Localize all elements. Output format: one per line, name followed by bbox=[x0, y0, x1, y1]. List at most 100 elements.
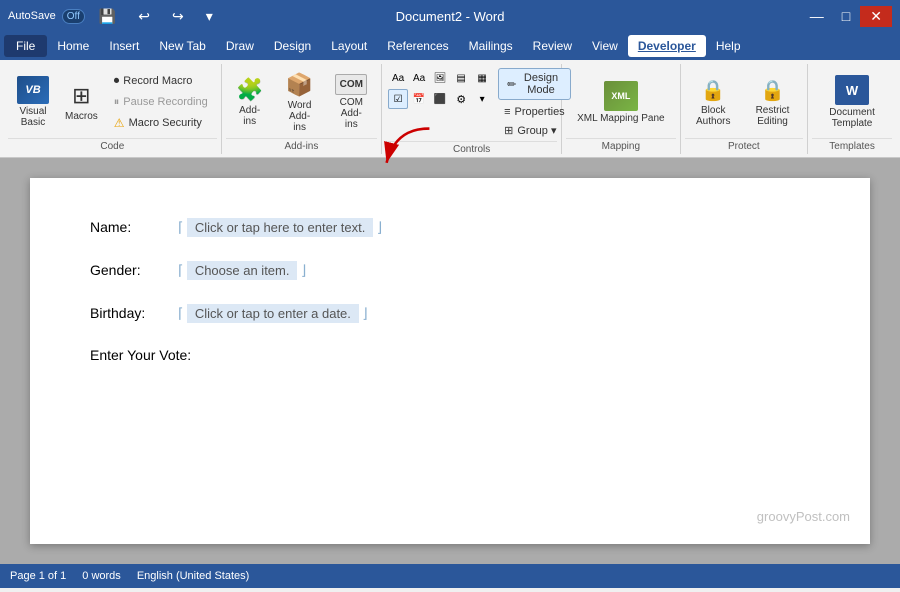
document-area: Name: ⌈ Click or tap here to enter text.… bbox=[0, 158, 900, 564]
bracket-right: ⌋ bbox=[301, 262, 306, 278]
warning-icon: ⚠ bbox=[114, 116, 125, 130]
status-words: 0 words bbox=[82, 570, 121, 582]
record-macro-button[interactable]: ⏺ Record Macro bbox=[107, 71, 215, 91]
birthday-input[interactable]: Click or tap to enter a date. bbox=[187, 304, 359, 323]
gender-row: Gender: ⌈ Choose an item. ⌋ bbox=[90, 261, 810, 280]
gender-label: Gender: bbox=[90, 262, 170, 278]
window-controls: — □ ✕ bbox=[802, 6, 892, 27]
menu-design[interactable]: Design bbox=[264, 35, 321, 57]
menu-developer[interactable]: Developer bbox=[628, 35, 706, 57]
close-button[interactable]: ✕ bbox=[860, 6, 892, 27]
name-input[interactable]: Click or tap here to enter text. bbox=[187, 218, 374, 237]
ctrl-combo-box[interactable]: ▤ bbox=[451, 68, 471, 88]
bracket-left: ⌈ bbox=[178, 219, 183, 235]
word-add-ins-button[interactable]: 📦 Word Add-ins bbox=[276, 69, 324, 135]
ctrl-plain-text[interactable]: Aa bbox=[409, 68, 429, 88]
birthday-row: Birthday: ⌈ Click or tap to enter a date… bbox=[90, 304, 810, 323]
block-authors-button[interactable]: 🔒 Block Authors bbox=[687, 69, 740, 135]
code-group-label: Code bbox=[8, 138, 217, 154]
ctrl-building-blocks[interactable]: ⬛ bbox=[430, 89, 450, 109]
ctrl-checkbox[interactable]: ☑ bbox=[388, 89, 408, 109]
block-authors-icon: 🔒 bbox=[701, 78, 726, 103]
name-field[interactable]: ⌈ Click or tap here to enter text. ⌋ bbox=[178, 218, 382, 237]
com-icon: COM bbox=[335, 74, 367, 95]
ctrl-date[interactable]: 📅 bbox=[409, 89, 429, 109]
mapping-group-label: Mapping bbox=[566, 138, 675, 154]
document-template-button[interactable]: W Document Template bbox=[814, 69, 890, 135]
menu-references[interactable]: References bbox=[377, 35, 458, 57]
name-label: Name: bbox=[90, 219, 170, 235]
ctrl-picture[interactable]: 🖼 bbox=[430, 68, 450, 88]
macros-icon: ⊞ bbox=[72, 83, 90, 109]
birthday-field[interactable]: ⌈ Click or tap to enter a date. ⌋ bbox=[178, 304, 368, 323]
undo-button[interactable]: ↩ bbox=[130, 6, 158, 27]
protect-group-label: Protect bbox=[685, 138, 804, 154]
bracket-left: ⌈ bbox=[178, 262, 183, 278]
add-ins-button[interactable]: 🧩 Add- ins bbox=[228, 69, 272, 135]
autosave-toggle[interactable]: Off bbox=[62, 9, 85, 24]
code-stacked-buttons: ⏺ Record Macro ⏸ Pause Recording ⚠ Macro… bbox=[107, 71, 215, 133]
ribbon-group-code: VB VisualBasic ⊞ Macros ⏺ Record Macro ⏸ bbox=[4, 64, 222, 154]
vote-label: Enter Your Vote: bbox=[90, 347, 240, 363]
menu-home[interactable]: Home bbox=[47, 35, 99, 57]
pause-icon: ⏸ bbox=[114, 96, 120, 109]
properties-button[interactable]: ≡ Properties bbox=[498, 104, 571, 120]
minimize-button[interactable]: — bbox=[802, 6, 832, 26]
vb-icon: VB bbox=[17, 76, 49, 104]
vote-row: Enter Your Vote: bbox=[90, 347, 810, 363]
ctrl-rich-text[interactable]: Aa bbox=[388, 68, 408, 88]
gender-field[interactable]: ⌈ Choose an item. ⌋ bbox=[178, 261, 306, 280]
xml-icon: XML bbox=[604, 81, 638, 111]
watermark: groovyPost.com bbox=[757, 509, 850, 524]
design-mode-button[interactable]: ✏ Design Mode bbox=[498, 68, 571, 100]
status-language: English (United States) bbox=[137, 570, 250, 582]
restrict-editing-icon: 🔒 bbox=[760, 78, 785, 103]
macro-security-button[interactable]: ⚠ Macro Security bbox=[107, 113, 215, 133]
properties-icon: ≡ bbox=[504, 106, 510, 118]
gender-input[interactable]: Choose an item. bbox=[187, 261, 298, 280]
record-icon: ⏺ bbox=[114, 75, 120, 88]
menu-bar: File Home Insert New Tab Draw Design Lay… bbox=[0, 32, 900, 60]
menu-new-tab[interactable]: New Tab bbox=[149, 35, 215, 57]
com-add-ins-button[interactable]: COM COM Add-ins bbox=[328, 69, 376, 135]
ctrl-legacy[interactable]: ⚙ bbox=[451, 89, 471, 109]
menu-review[interactable]: Review bbox=[523, 35, 582, 57]
maximize-button[interactable]: □ bbox=[834, 6, 858, 26]
menu-file[interactable]: File bbox=[4, 35, 47, 57]
macros-button[interactable]: ⊞ Macros bbox=[58, 71, 105, 133]
visual-basic-button[interactable]: VB VisualBasic bbox=[10, 71, 56, 133]
menu-help[interactable]: Help bbox=[706, 35, 751, 57]
pause-recording-button[interactable]: ⏸ Pause Recording bbox=[107, 92, 215, 112]
visual-basic-label: VisualBasic bbox=[19, 106, 46, 128]
ribbon-group-protect: 🔒 Block Authors 🔒 Restrict Editing Prote… bbox=[681, 64, 809, 154]
group-icon: ⊞ bbox=[504, 124, 513, 137]
menu-view[interactable]: View bbox=[582, 35, 628, 57]
ctrl-dropdown[interactable]: ▦ bbox=[472, 68, 492, 88]
ribbon-group-templates: W Document Template Templates bbox=[808, 64, 896, 154]
addins-group-label: Add-ins bbox=[226, 138, 377, 154]
menu-layout[interactable]: Layout bbox=[321, 35, 377, 57]
redo-button[interactable]: ↪ bbox=[164, 6, 192, 27]
document-page: Name: ⌈ Click or tap here to enter text.… bbox=[30, 178, 870, 544]
design-mode-icon: ✏ bbox=[507, 78, 516, 91]
word-addins-icon: 📦 bbox=[286, 72, 313, 98]
ribbon-group-controls: Aa Aa 🖼 ▤ ▦ ☑ 📅 ⬛ ⚙ ▾ bbox=[382, 64, 562, 154]
restrict-editing-button[interactable]: 🔒 Restrict Editing bbox=[744, 69, 801, 135]
menu-insert[interactable]: Insert bbox=[99, 35, 149, 57]
menu-draw[interactable]: Draw bbox=[216, 35, 264, 57]
ribbon-group-mapping: XML XML Mapping Pane Mapping bbox=[562, 64, 680, 154]
customize-toolbar-button[interactable]: ▾ bbox=[198, 6, 221, 27]
ribbon: VB VisualBasic ⊞ Macros ⏺ Record Macro ⏸ bbox=[0, 60, 900, 158]
group-button[interactable]: ⊞ Group ▾ bbox=[498, 122, 571, 139]
title-bar: AutoSave Off 💾 ↩ ↪ ▾ Document2 - Word — … bbox=[0, 0, 900, 32]
ctrl-more[interactable]: ▾ bbox=[472, 89, 492, 109]
status-bar: Page 1 of 1 0 words English (United Stat… bbox=[0, 564, 900, 588]
document-title: Document2 - Word bbox=[396, 9, 505, 24]
title-bar-left: AutoSave Off 💾 ↩ ↪ ▾ bbox=[8, 6, 221, 27]
templates-group-label: Templates bbox=[812, 138, 892, 154]
bracket-left: ⌈ bbox=[178, 305, 183, 321]
xml-mapping-button[interactable]: XML XML Mapping Pane bbox=[568, 69, 673, 135]
save-button[interactable]: 💾 bbox=[91, 6, 124, 27]
name-row: Name: ⌈ Click or tap here to enter text.… bbox=[90, 218, 810, 237]
menu-mailings[interactable]: Mailings bbox=[459, 35, 523, 57]
